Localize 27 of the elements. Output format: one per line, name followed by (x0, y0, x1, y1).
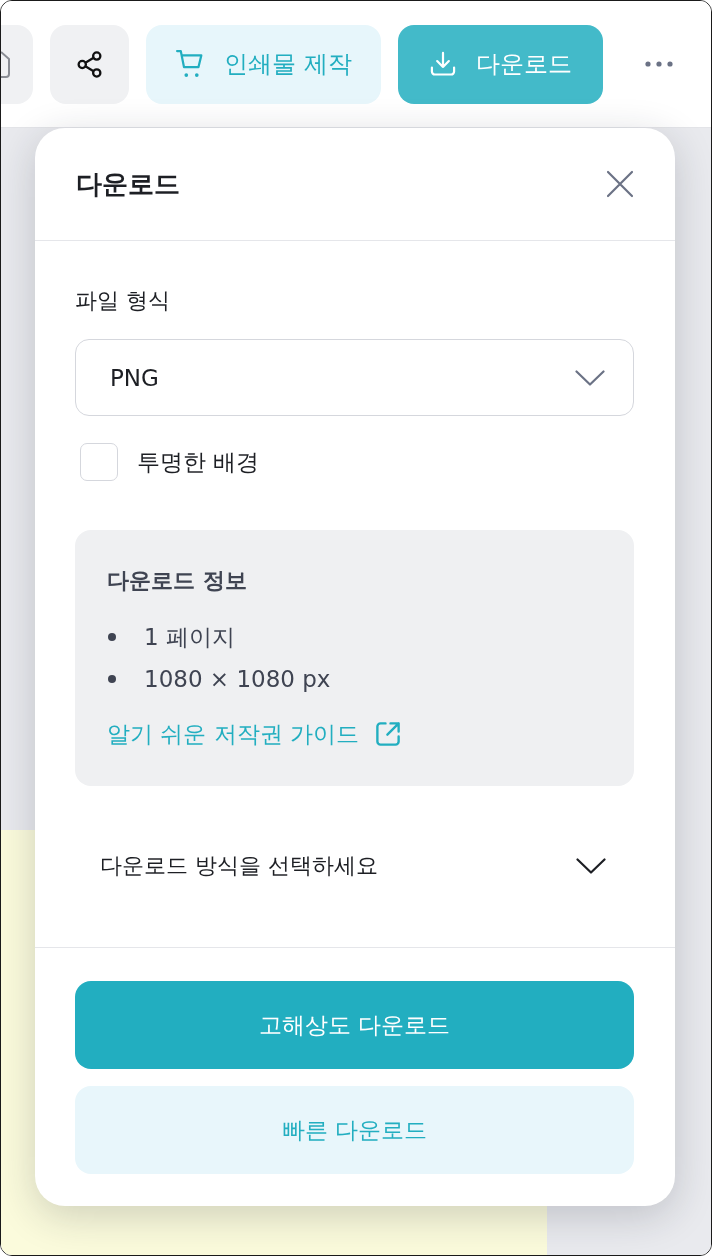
close-button[interactable] (606, 170, 634, 198)
checkbox[interactable] (80, 443, 118, 481)
chevron-down-icon (576, 858, 606, 874)
info-item: 1 페이지 (144, 623, 235, 652)
chevron-down-icon (575, 369, 605, 386)
info-item: 1080 × 1080 px (144, 665, 331, 694)
checkbox-label: 투명한 배경 (137, 448, 260, 477)
field-label: 파일 형식 (75, 287, 170, 315)
bullet-icon (108, 633, 116, 641)
download-icon (429, 50, 457, 78)
download-button[interactable]: 다운로드 (398, 24, 603, 104)
panel-title: 다운로드 (76, 168, 180, 201)
print-order-button[interactable]: 인쇄물 제작 (146, 24, 381, 104)
close-icon (606, 170, 634, 198)
high-res-download-button[interactable]: 고해상도 다운로드 (75, 981, 634, 1069)
info-title: 다운로드 정보 (107, 567, 247, 595)
toolbar-button[interactable] (1, 24, 33, 104)
download-method-dropdown[interactable]: 다운로드 방식을 선택하세요 (75, 836, 634, 896)
copyright-guide-link[interactable]: 알기 쉬운 저작권 가이드 (107, 718, 403, 750)
more-button[interactable] (645, 61, 673, 67)
more-icon (645, 61, 673, 67)
bullet-icon (108, 675, 116, 683)
format-select[interactable]: PNG (75, 339, 634, 416)
house-icon (1, 50, 11, 78)
share-icon (75, 49, 104, 79)
quick-download-button[interactable]: 빠른 다운로드 (75, 1086, 634, 1174)
share-button[interactable] (50, 24, 129, 104)
